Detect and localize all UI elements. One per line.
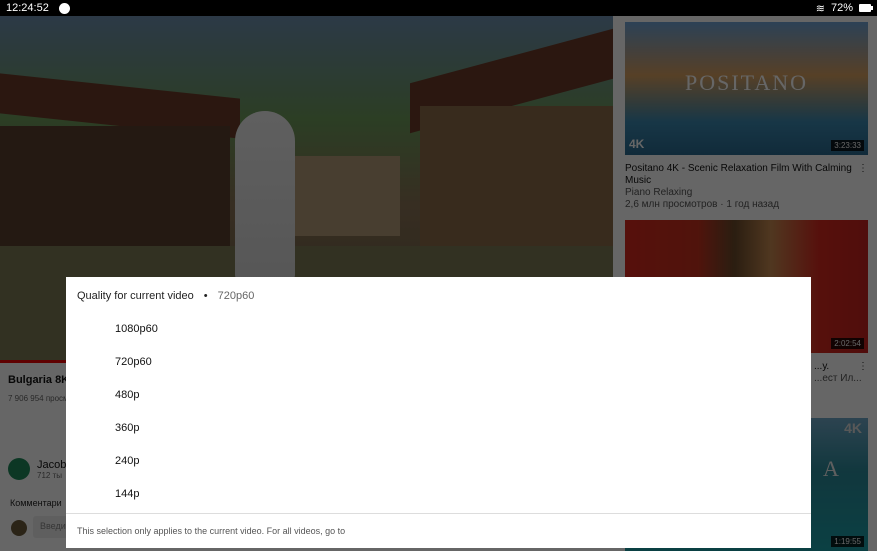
- quality-sheet: Quality for current video • 720p60 1080p…: [66, 277, 811, 548]
- video-title: Bulgaria 8K: [8, 374, 70, 386]
- sheet-title: Quality for current video: [77, 290, 194, 302]
- battery-icon: [859, 4, 873, 12]
- quality-option-240p[interactable]: 240p: [66, 444, 811, 477]
- channel-name: Piano Relaxing: [625, 187, 693, 198]
- notification-icon: [58, 2, 70, 14]
- current-quality: 720p60: [217, 290, 255, 302]
- thumb-text: POSITANO: [684, 70, 809, 95]
- user-avatar: [11, 520, 27, 536]
- more-icon[interactable]: ⋮: [858, 163, 868, 175]
- channel-subscribers: 712 ты: [37, 470, 62, 480]
- status-bar: 12:24:52 ≋ 72%: [0, 0, 877, 16]
- duration: 3:23:33: [831, 140, 864, 151]
- separator: •: [203, 290, 208, 302]
- wifi-icon: ≋: [815, 2, 825, 15]
- video-views: 7 906 954 просм: [8, 394, 69, 403]
- quality-option-144p[interactable]: 144p: [66, 477, 811, 510]
- quality-option-480p[interactable]: 480p: [66, 378, 811, 411]
- sidebar-video-1[interactable]: POSITANO 4K 3:23:33 Positano 4K - Scenic…: [625, 22, 868, 211]
- comments-label: Комментари: [10, 498, 62, 508]
- more-icon[interactable]: ⋮: [858, 361, 868, 373]
- video-title: Positano 4K - Scenic Relaxation Film Wit…: [625, 163, 852, 186]
- battery-level: 72%: [830, 2, 853, 14]
- channel-row[interactable]: Jacob 712 ты: [8, 458, 66, 480]
- video-meta: 2,6 млн просмотров · 1 год назад: [625, 199, 780, 210]
- duration: 2:02:54: [831, 338, 864, 349]
- sheet-footer: This selection only applies to the curre…: [66, 513, 811, 548]
- quality-option-360p[interactable]: 360p: [66, 411, 811, 444]
- video-figure: [235, 111, 295, 281]
- channel-name: Jacob: [37, 458, 67, 471]
- clock: 12:24:52: [6, 2, 49, 14]
- quality-option-720p60[interactable]: 720p60: [66, 345, 811, 378]
- duration: 1:19:55: [831, 536, 864, 547]
- thumb-text: A: [823, 456, 839, 481]
- channel-avatar[interactable]: [8, 458, 30, 480]
- 4k-badge: 4K: [844, 420, 862, 436]
- 4k-badge: 4K: [629, 137, 645, 151]
- video-title: ...у.: [814, 361, 830, 372]
- quality-option-1080p60[interactable]: 1080p60: [66, 312, 811, 345]
